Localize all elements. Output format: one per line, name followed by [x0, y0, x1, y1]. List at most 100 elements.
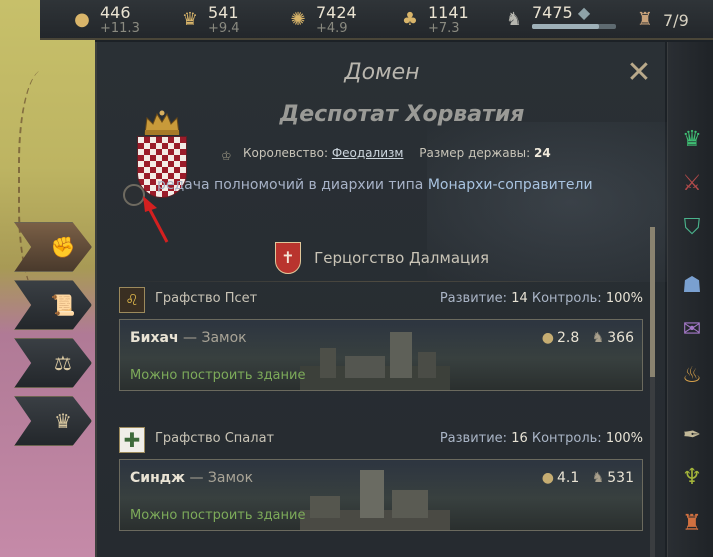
- tab-court[interactable]: ♛: [14, 396, 94, 448]
- divider: [117, 281, 647, 282]
- holding-type: — Замок: [189, 470, 254, 486]
- development-value: 14: [511, 291, 528, 306]
- county-spalat: ✚ Графство Спалат Развитие: 16 Контроль:…: [119, 427, 643, 531]
- panel-title: Домен: [344, 60, 420, 85]
- chalice-icon[interactable]: ♆: [676, 462, 708, 494]
- succession-rule[interactable]: редача полномочий в диархии типа Монархи…: [157, 177, 593, 193]
- renown-value: 1141: [428, 3, 469, 22]
- holding-type: — Замок: [183, 330, 247, 346]
- lion-shield-icon[interactable]: ♌: [119, 287, 145, 313]
- domain-limit-value: 7/9: [663, 11, 689, 30]
- gold-resource[interactable]: ● 446 +11.3: [70, 2, 180, 38]
- holding-gold: 2.8: [556, 330, 580, 346]
- crossed-swords-icon[interactable]: ⚔: [676, 168, 708, 200]
- prestige-change: +9.4: [208, 21, 240, 36]
- left-tab-bar: ✊ 📜 ⚖ ♛: [14, 222, 94, 454]
- scales-icon: ⚖: [54, 351, 72, 375]
- castle-illustration: [300, 470, 450, 530]
- county-name[interactable]: Графство Спалат: [155, 431, 274, 446]
- troops-bar-fill: [532, 24, 600, 29]
- gold-change: +11.3: [100, 21, 140, 36]
- county-stats: Развитие: 14 Контроль: 100%: [440, 291, 643, 306]
- can-build-text[interactable]: Можно построить здание: [130, 508, 305, 523]
- development-value: 16: [511, 431, 528, 446]
- control-value: 100%: [605, 431, 643, 446]
- levies-icon: ♞: [591, 330, 605, 346]
- county-name[interactable]: Графство Псет: [155, 291, 257, 306]
- tab-domain[interactable]: ✊: [14, 222, 94, 274]
- kingdom-crown-icon: ♔: [221, 149, 232, 163]
- county-pset: ♌ Графство Псет Развитие: 14 Контроль: 1…: [119, 287, 643, 391]
- scrollbar-thumb[interactable]: [650, 227, 655, 377]
- crown-icon: ♛: [181, 9, 199, 30]
- holding-values: ● 4.1 ♞ 531: [542, 470, 634, 486]
- troops-bar: [532, 24, 616, 29]
- scheme-icon[interactable]: ✉: [676, 314, 708, 346]
- gold-value: 446: [100, 3, 131, 22]
- holding-card[interactable]: Синдж — Замок ● 4.1 ♞ 531 Можно построить …: [119, 459, 643, 531]
- duchy-shield-icon: ✝: [274, 242, 301, 274]
- rule-text: редача полномочий в диархии типа: [157, 177, 424, 193]
- duchy-name: Герцогство Далмация: [314, 249, 490, 267]
- fist-icon: ✊: [50, 235, 76, 259]
- domain-panel: Домен ✕ Деспотат Хорватия ♔ Королевство: …: [95, 42, 667, 557]
- piety-value: 7424: [316, 3, 357, 22]
- holding-levies: 531: [607, 470, 634, 486]
- troops-value: 7475: [532, 3, 573, 22]
- scrollbar[interactable]: [650, 227, 655, 557]
- control-value: 100%: [605, 291, 643, 306]
- tab-council[interactable]: 📜: [14, 280, 94, 332]
- scroll-icon: 📜: [50, 293, 76, 317]
- holding-gold: 4.1: [556, 470, 580, 486]
- government-link[interactable]: Феодализм: [332, 146, 404, 160]
- development-label: Развитие:: [439, 431, 508, 446]
- holding-values: ● 2.8 ♞ 366: [542, 330, 634, 346]
- rule-highlight: Монархи-соправители: [427, 177, 593, 193]
- banner-icon[interactable]: ⛉: [676, 212, 708, 244]
- piety-resource[interactable]: ✺ 7424 +4.9: [286, 2, 386, 38]
- prestige-value: 541: [208, 3, 239, 22]
- holding-name: Синдж — Замок: [130, 470, 253, 486]
- holding-title: Бихач: [130, 330, 179, 346]
- close-button[interactable]: ✕: [625, 58, 653, 88]
- holding-name: Бихач — Замок: [130, 330, 247, 346]
- realm-info: ♔ Королевство: Феодализм Размер державы: …: [221, 146, 551, 165]
- domain-limit-resource[interactable]: ♜ 7/9: [633, 2, 713, 38]
- control-label: Контроль:: [531, 431, 602, 446]
- gold-coins-icon: ●: [541, 470, 554, 486]
- kingdom-label: Королевство:: [243, 146, 328, 160]
- gold-coins-icon: ●: [74, 9, 90, 30]
- castle-icon: ♜: [636, 9, 654, 30]
- dynasty-tree-icon: ♣: [401, 9, 419, 30]
- holding-card[interactable]: Бихач — Замок ● 2.8 ♞ 366 Можно построить …: [119, 319, 643, 391]
- resource-bar: ● 446 +11.3 ♛ 541 +9.4 ✺ 7424 +4.9 ♣ 114…: [40, 0, 713, 40]
- crown-green-icon[interactable]: ♛: [676, 124, 708, 156]
- tab-laws[interactable]: ⚖: [14, 338, 94, 390]
- holding-title: Синдж: [130, 470, 185, 486]
- quill-icon[interactable]: ✒: [676, 420, 708, 452]
- troops-value-wrap: 7475 ◆: [532, 3, 590, 22]
- council-icon[interactable]: ☗: [676, 270, 708, 302]
- renown-resource[interactable]: ♣ 1141 +7.3: [398, 2, 498, 38]
- size-value: 24: [533, 146, 551, 160]
- right-icon-column: ♛ ⚔ ⛉ ☗ ✉ ♨ ✒ ♆ ♜: [667, 42, 713, 557]
- size-label: Размер державы:: [419, 146, 531, 160]
- pointer-arrow-icon: [143, 196, 169, 243]
- piety-change: +4.9: [316, 21, 348, 36]
- county-stats: Развитие: 16 Контроль: 100%: [440, 431, 643, 446]
- duchy-header[interactable]: ✝ Герцогство Далмация: [97, 242, 667, 282]
- holding-levies: 366: [607, 330, 634, 346]
- control-label: Контроль:: [531, 291, 602, 306]
- diamond-icon: ◆: [577, 3, 591, 22]
- development-label: Развитие:: [439, 291, 508, 306]
- levies-icon: ♞: [591, 470, 605, 486]
- prestige-resource[interactable]: ♛ 541 +9.4: [178, 2, 278, 38]
- troops-resource[interactable]: ♞ 7475 ◆: [502, 2, 622, 38]
- gold-coins-icon: ●: [541, 330, 554, 346]
- can-build-text[interactable]: Можно построить здание: [130, 368, 305, 383]
- faith-flame-icon[interactable]: ♨: [676, 360, 708, 392]
- crown-icon: [144, 110, 180, 135]
- cross-shield-icon[interactable]: ✚: [119, 427, 145, 453]
- close-icon: ✕: [626, 55, 652, 90]
- throne-icon[interactable]: ♜: [676, 508, 708, 540]
